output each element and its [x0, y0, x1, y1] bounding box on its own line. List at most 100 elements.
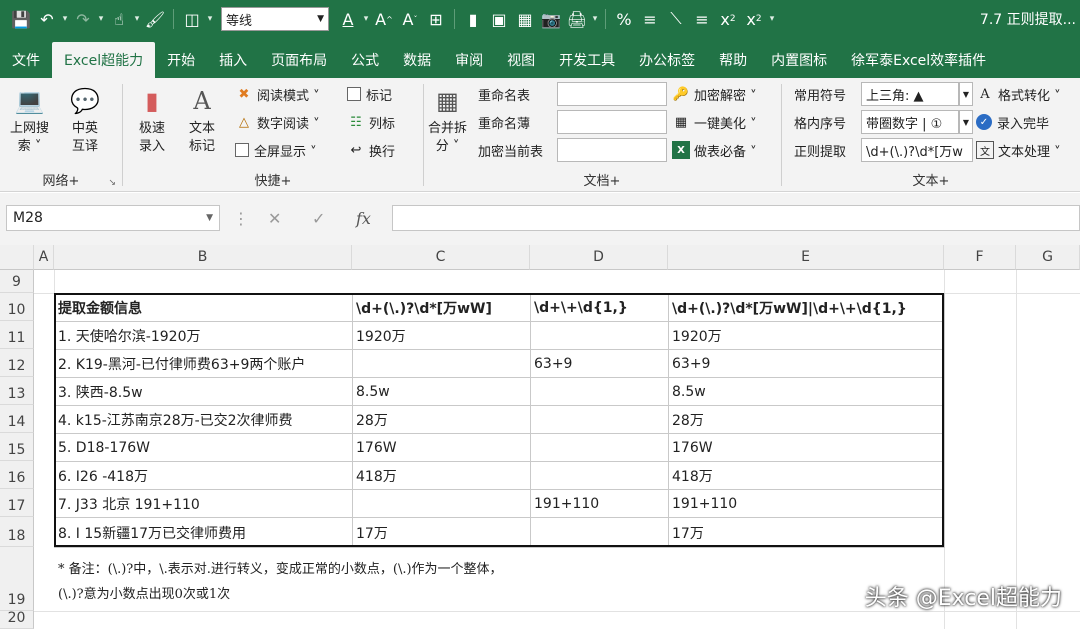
table-cell[interactable]: 28万 — [352, 405, 531, 434]
table-cell[interactable]: 176W — [668, 433, 945, 462]
table-cell[interactable] — [530, 405, 669, 434]
tab-efficiency-plugin[interactable]: 徐军泰Excel效率插件 — [839, 42, 998, 78]
tab-home[interactable]: 开始 — [155, 42, 207, 78]
table-cell[interactable]: 1920万 — [352, 321, 531, 350]
print-preview-icon[interactable]: 🖨 — [564, 6, 590, 32]
text-process-button[interactable]: 文 文本处理 ˅ — [976, 139, 1061, 161]
column-header-b[interactable]: B — [54, 245, 352, 270]
table-cell[interactable]: 6. I26 -418万 — [54, 461, 353, 490]
row-header-16[interactable]: 16 — [0, 461, 34, 489]
customize-toolbar-icon[interactable]: ▾ — [767, 14, 777, 24]
undo-icon[interactable]: ↶ — [34, 6, 60, 32]
table-cell[interactable] — [352, 489, 531, 518]
table-cell[interactable]: 5. D18-176W — [54, 433, 353, 462]
format-painter-icon[interactable]: 🖌 — [142, 6, 168, 32]
subscript-icon[interactable]: x2 — [741, 6, 767, 32]
dialog-launcher-icon[interactable]: ↘ — [108, 178, 116, 188]
essential-button[interactable]: X 做表必备 ˅ — [672, 139, 757, 161]
common-symbol-select[interactable]: 上三角: ▲ — [861, 82, 959, 106]
beautify-button[interactable]: ▦ 一键美化 ˅ — [672, 111, 757, 133]
touch-mode-icon[interactable]: ☝ — [106, 6, 132, 32]
column-header-e[interactable]: E — [668, 245, 944, 270]
shape-icon[interactable]: ▣ — [486, 6, 512, 32]
redo-dropdown-icon[interactable]: ▾ — [96, 14, 106, 24]
table-cell[interactable]: 17万 — [352, 517, 531, 548]
row-header-15[interactable]: 15 — [0, 433, 34, 461]
read-mode-button[interactable]: ✖ 阅读模式 ˅ — [235, 83, 320, 105]
fast-entry-button[interactable]: ▮ 极速 录入 — [135, 84, 169, 156]
fullscreen-checkbox[interactable]: 全屏显示 ˅ — [235, 139, 317, 161]
row-header-12[interactable]: 12 — [0, 349, 34, 377]
name-box[interactable]: M28 ▼ — [6, 205, 220, 231]
font-color-icon[interactable]: A — [335, 6, 361, 32]
formula-input[interactable] — [392, 205, 1080, 231]
regex-input[interactable]: \d+(\.)?\d*[万w — [861, 138, 973, 162]
save-icon[interactable]: 💾 — [8, 6, 34, 32]
undo-dropdown-icon[interactable]: ▾ — [60, 14, 70, 24]
encrypt-sheet-input[interactable] — [557, 138, 667, 162]
fullscreen-checkbox-box[interactable] — [235, 143, 249, 157]
line-icon[interactable]: ⟍ — [663, 6, 689, 32]
table-cell[interactable]: 8.5w — [668, 377, 945, 406]
column-header-c[interactable]: C — [352, 245, 530, 270]
mark-checkbox-box[interactable] — [347, 87, 361, 101]
fill-color-dropdown-icon[interactable]: ▾ — [205, 14, 215, 24]
font-color-dropdown-icon[interactable]: ▾ — [361, 14, 371, 24]
justify-icon[interactable]: ≡ — [689, 6, 715, 32]
tab-office-tabs[interactable]: 办公标签 — [627, 42, 707, 78]
table-cell[interactable]: 418万 — [352, 461, 531, 490]
merge-center-icon[interactable]: ⊞ — [423, 6, 449, 32]
tab-data[interactable]: 数据 — [391, 42, 443, 78]
rename-sheet-input[interactable] — [557, 82, 667, 106]
table-cell[interactable]: 176W — [352, 433, 531, 462]
row-header-11[interactable]: 11 — [0, 321, 34, 349]
col-mark-button[interactable]: ☷ 列标 — [347, 111, 395, 133]
tab-page-layout[interactable]: 页面布局 — [259, 42, 339, 78]
table-cell[interactable]: 191+110 — [668, 489, 945, 518]
tab-review[interactable]: 审阅 — [443, 42, 495, 78]
table-header-cell[interactable]: \d+\+\d{1,} — [530, 293, 669, 322]
tab-builtin-icons[interactable]: 内置图标 — [759, 42, 839, 78]
tab-help[interactable]: 帮助 — [707, 42, 759, 78]
row-header-9[interactable]: 9 — [0, 270, 34, 293]
decrypt-button[interactable]: 🔑 加密解密 ˅ — [672, 83, 757, 105]
insert-function-icon[interactable]: fx — [356, 205, 371, 231]
enter-icon[interactable]: ✓ — [312, 205, 325, 231]
tab-developer[interactable]: 开发工具 — [547, 42, 627, 78]
tab-file[interactable]: 文件 — [0, 42, 52, 78]
tab-view[interactable]: 视图 — [495, 42, 547, 78]
bar-chart-icon[interactable]: ▮ — [460, 6, 486, 32]
table-cell[interactable]: 191+110 — [530, 489, 669, 518]
merge-split-button[interactable]: ▦ 合并拆 分 ˅ — [428, 84, 467, 156]
column-header-a[interactable]: A — [34, 245, 54, 270]
touch-dropdown-icon[interactable]: ▾ — [132, 14, 142, 24]
print-dropdown-icon[interactable]: ▾ — [590, 14, 600, 24]
column-header-g[interactable]: G — [1016, 245, 1080, 270]
percent-style-icon[interactable]: % — [611, 6, 637, 32]
row-header-19[interactable]: 19 — [0, 547, 34, 611]
seq-number-select[interactable]: 带圈数字 | ① — [861, 110, 959, 134]
row-header-17[interactable]: 17 — [0, 489, 34, 517]
table-cell[interactable] — [530, 517, 669, 548]
table-header-cell[interactable]: \d+(\.)?\d*[万wW]|\d+\+\d{1,} — [668, 293, 945, 322]
web-search-button[interactable]: 💻 上网搜 索 ˅ — [10, 84, 49, 156]
tab-formulas[interactable]: 公式 — [339, 42, 391, 78]
mark-checkbox[interactable]: 标记 — [347, 83, 392, 105]
table-cell[interactable]: 8.5w — [352, 377, 531, 406]
table-cell[interactable] — [530, 433, 669, 462]
table-cell[interactable] — [530, 461, 669, 490]
row-header-13[interactable]: 13 — [0, 377, 34, 405]
table-cell[interactable]: 2. K19-黑河-已付律师费63+9两个账户 — [54, 349, 353, 378]
table-cell[interactable]: 63+9 — [530, 349, 669, 378]
table-cell[interactable]: 63+9 — [668, 349, 945, 378]
table-cell[interactable] — [530, 321, 669, 350]
table-cell[interactable]: 1920万 — [668, 321, 945, 350]
row-header-20[interactable]: 20 — [0, 610, 34, 629]
increase-font-icon[interactable]: A ^ — [371, 6, 397, 32]
table-header-cell[interactable]: \d+(\.)?\d*[万wW] — [352, 293, 531, 322]
row-header-14[interactable]: 14 — [0, 405, 34, 433]
cancel-icon[interactable]: ✕ — [268, 205, 281, 231]
rename-book-input[interactable] — [557, 110, 667, 134]
translate-button[interactable]: 💬 中英 互译 — [68, 84, 102, 156]
enter-done-button[interactable]: ✓ 录入完毕 — [976, 111, 1049, 133]
